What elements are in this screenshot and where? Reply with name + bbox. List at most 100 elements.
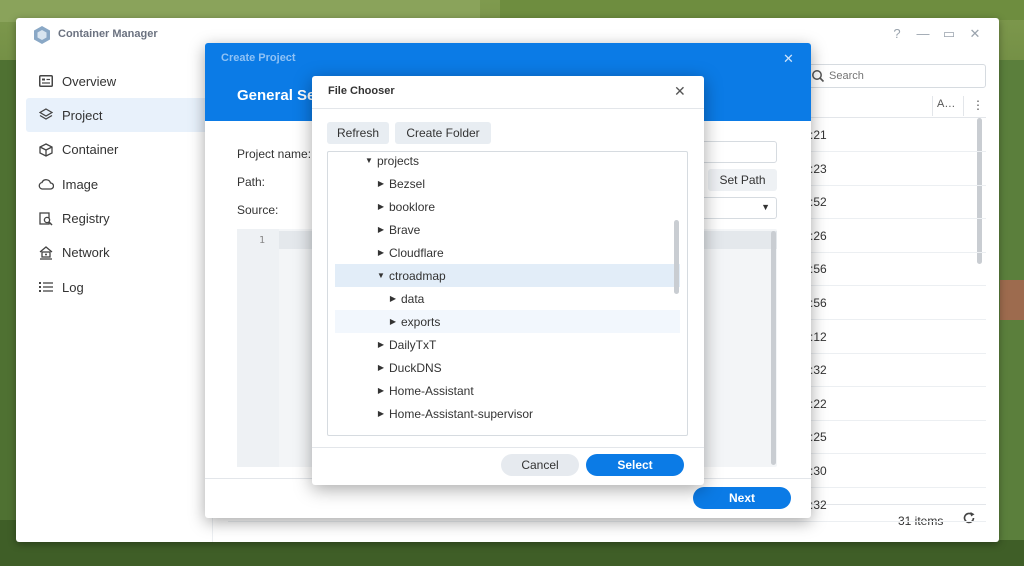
tree-item-dailytxt[interactable]: ▶ DailyTxT [335,333,680,356]
header-divider [312,108,704,109]
line-number: 1 [259,235,266,246]
sidebar-item-label: Overview [62,73,117,89]
column-options-icon[interactable]: ⋮ [972,98,984,112]
editor-gutter [237,229,279,467]
close-icon[interactable]: ✕ [674,83,686,100]
tree-item-label: ctroadmap [389,268,446,283]
container-cube-icon [38,142,54,158]
dialog-caption: Create Project [221,52,296,64]
sidebar-item-log[interactable]: Log [26,270,212,304]
table-row-time[interactable]: :21 [810,128,827,142]
tree-item-label: Cloudflare [389,245,444,260]
tree-item-bezsel[interactable]: ▶ Bezsel [335,172,680,195]
caret-right-icon[interactable]: ▶ [387,294,399,303]
next-button[interactable]: Next [693,487,791,509]
close-icon[interactable]: ✕ [966,26,984,42]
sidebar-item-image[interactable]: Image [26,167,212,201]
tree-item-brave[interactable]: ▶ Brave [335,218,680,241]
sidebar-item-label: Container [62,142,119,158]
table-row-time[interactable]: :22 [810,397,827,411]
table-row-time[interactable]: :23 [810,162,827,176]
set-path-button[interactable]: Set Path [708,169,777,191]
table-row-time[interactable]: :12 [810,330,827,344]
tree-item-home-assistant-supervisor[interactable]: ▶ Home-Assistant-supervisor [335,402,680,425]
sidebar-item-registry[interactable]: Registry [26,202,212,236]
list-scrollbar[interactable] [977,118,982,264]
sidebar-item-container[interactable]: Container [26,133,212,167]
help-icon[interactable]: ? [888,26,906,41]
caret-right-icon[interactable]: ▶ [375,225,387,234]
maximize-icon[interactable]: ▭ [940,26,958,42]
sidebar-item-project[interactable]: Project [26,98,212,133]
table-row-time[interactable]: :32 [810,363,827,377]
row-divider [228,520,986,522]
tree-item-label: booklore [389,199,436,214]
sidebar-item-label: Network [62,245,110,261]
table-row-time[interactable]: :56 [810,262,827,276]
log-list-icon [38,279,54,295]
tree-item-home-assistant[interactable]: ▶ Home-Assistant [335,379,680,402]
app-title: Container Manager [58,28,158,40]
sidebar-item-label: Image [62,176,99,192]
sidebar-item-network[interactable]: Network [26,236,212,270]
source-select[interactable]: ▼ [699,197,777,219]
container-manager-app-icon [34,26,50,44]
table-row-time[interactable]: :30 [810,464,827,478]
tree-item-ctroadmap[interactable]: ▼ ctroadmap [335,264,680,287]
tree-item-label: exports [401,314,441,329]
tree-item-label: DailyTxT [389,337,437,352]
tree-item-label: Brave [389,222,421,237]
sidebar: Overview Project Container Image Registr… [26,64,212,305]
caret-right-icon[interactable]: ▶ [375,248,387,257]
tree-scrollbar[interactable] [674,220,679,294]
search-field[interactable] [806,64,986,88]
tree-item-projects[interactable]: ▼ projects [335,152,680,172]
sidebar-item-label: Registry [62,211,110,227]
dialog-close-icon[interactable]: ✕ [783,51,794,67]
dialog-heading: General Se [237,87,316,104]
column-header-a[interactable]: A… [937,98,955,110]
column-divider [963,96,964,116]
registry-search-icon [38,211,54,227]
file-chooser-title: File Chooser [328,85,395,97]
tree-item-label: Home-Assistant [389,383,474,398]
table-row-time[interactable]: :32 [810,498,827,512]
caret-right-icon[interactable]: ▶ [375,363,387,372]
caret-right-icon[interactable]: ▶ [387,317,399,326]
table-row-time[interactable]: :25 [810,430,827,444]
sidebar-item-overview[interactable]: Overview [26,64,212,98]
caret-right-icon[interactable]: ▶ [375,340,387,349]
tree-item-exports[interactable]: ▶ exports [335,310,680,333]
tree-item-cloudflare[interactable]: ▶ Cloudflare [335,241,680,264]
sidebar-item-label: Log [62,279,84,295]
search-input[interactable] [829,68,979,84]
column-divider [932,96,933,116]
tree-item-data[interactable]: ▶ data [335,287,680,310]
overview-icon [38,73,54,89]
tree-item-booklore[interactable]: ▶ booklore [335,195,680,218]
editor-scrollbar[interactable] [771,231,776,465]
create-folder-button[interactable]: Create Folder [395,122,491,144]
minimize-icon[interactable]: — [914,26,932,41]
table-row-time[interactable]: :56 [810,296,827,310]
project-layers-icon [38,107,54,123]
tree-item-label: DuckDNS [389,360,442,375]
table-row-time[interactable]: :52 [810,195,827,209]
caret-right-icon[interactable]: ▶ [375,179,387,188]
project-name-field[interactable] [699,141,777,163]
folder-tree: ▶ Home-Assistant-supervisor ▶ Home-Assistan… [327,151,688,436]
tree-item-duckdns[interactable]: ▶ DuckDNS [335,356,680,379]
footer-divider [312,447,704,448]
table-row-time[interactable]: :26 [810,229,827,243]
sidebar-item-label: Project [62,107,103,123]
cancel-button[interactable]: Cancel [501,454,579,476]
refresh-button[interactable]: Refresh [327,122,389,144]
caret-right-icon[interactable]: ▶ [375,409,387,418]
source-label: Source: [237,203,279,217]
select-button[interactable]: Select [586,454,684,476]
tree-item-label: projects [377,153,420,168]
caret-down-icon[interactable]: ▼ [363,156,375,165]
caret-right-icon[interactable]: ▶ [375,202,387,211]
caret-right-icon[interactable]: ▶ [375,386,387,395]
caret-down-icon[interactable]: ▼ [375,271,387,280]
